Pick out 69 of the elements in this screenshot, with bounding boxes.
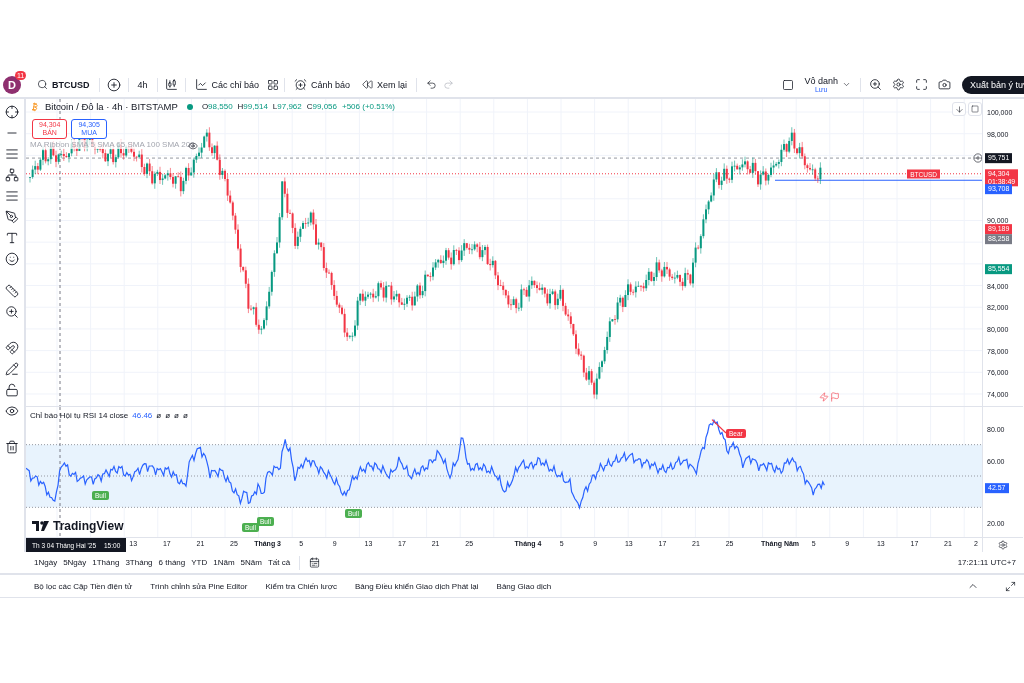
panel-tab[interactable]: Bộ lọc các Cặp Tiền điện tử (34, 581, 133, 591)
indicator-value: ø (165, 411, 171, 421)
alerts-button[interactable]: Cảnh báo (288, 78, 357, 91)
lock-icon[interactable] (5, 383, 19, 397)
panel-tab[interactable]: Bảng Giao dịch (496, 581, 552, 591)
calendar-icon[interactable] (309, 557, 321, 568)
symbol-search[interactable]: BTCUSD (31, 79, 96, 90)
caret-icon[interactable] (841, 80, 851, 89)
square-icon[interactable] (782, 78, 795, 91)
range-button[interactable]: 1Năm (213, 558, 235, 567)
indicator-value: 46.46 (132, 411, 153, 421)
undo-icon[interactable] (426, 79, 438, 90)
ohlc-value: H99,514 (237, 102, 268, 111)
fullscreen-icon[interactable] (914, 78, 928, 91)
ruler-icon[interactable] (5, 284, 19, 298)
lines-icon[interactable] (5, 147, 19, 161)
ohlc-value: C99,056 (306, 102, 337, 111)
scroll-down-button[interactable] (952, 102, 966, 116)
replay-button[interactable]: Xem lại (356, 79, 414, 90)
indicator-legend: MA Ribbon SMA 5 SMA 65 SMA 100 SMA 200 (30, 140, 195, 149)
trash-icon[interactable] (5, 440, 19, 454)
pencil-icon[interactable] (5, 362, 19, 376)
range-button[interactable]: 6 tháng (158, 558, 186, 567)
line-chart-icon[interactable] (194, 78, 208, 91)
zoom-icon[interactable] (868, 78, 882, 91)
settings-icon[interactable] (891, 78, 905, 91)
panel-tab[interactable]: Trình chỉnh sửa Pine Editor (150, 581, 248, 591)
panel-tab[interactable]: Kiểm tra Chiến lược (265, 581, 337, 591)
zoom-in-icon[interactable] (5, 305, 19, 319)
camera-icon[interactable] (937, 78, 951, 91)
smile-icon[interactable] (5, 252, 19, 266)
eye-icon[interactable] (5, 404, 19, 418)
maximize-icon[interactable] (1005, 580, 1016, 592)
range-button[interactable]: YTD (191, 558, 208, 567)
ohlc-value: O98,550 (201, 102, 233, 111)
grid-icon[interactable] (267, 78, 280, 91)
range-button[interactable]: Tất cả (267, 558, 291, 567)
indicators-button[interactable]: Các chỉ báo (188, 78, 266, 91)
down-arrow-icon (954, 104, 964, 114)
magnet-icon[interactable] (5, 341, 19, 355)
range-button[interactable]: 5Ngày (63, 558, 87, 567)
publish-button[interactable]: Xuất bản ý tư (961, 75, 1024, 94)
range-button[interactable]: 5Năm (240, 558, 262, 567)
settings-icon[interactable] (998, 540, 1008, 550)
indicator-title: Chỉ báo Hội tụ RSI 14 close (30, 411, 129, 421)
plus-circle-icon[interactable] (106, 77, 121, 92)
clock: 17:21:11 UTC+7 (957, 558, 1016, 567)
panel-tab[interactable]: Bảng Điều khiển Giao dịch Phát lại (354, 581, 479, 591)
square-icon (971, 105, 979, 113)
range-button[interactable]: 3Tháng (125, 558, 153, 567)
text-icon[interactable] (5, 231, 19, 245)
ohlc-value: L97,962 (272, 102, 302, 111)
price-change: +506 (+0.51%) (342, 102, 395, 111)
indicator-value: ø (183, 411, 188, 421)
pen-icon[interactable] (5, 210, 19, 224)
candlestick-icon[interactable] (164, 78, 178, 91)
search-icon[interactable] (37, 79, 48, 90)
chart-title: Bitcoin / Đô la · 4h · BITSTAMP (45, 101, 178, 112)
market-open-dot (186, 103, 193, 110)
alarm-clock-icon[interactable] (294, 78, 308, 91)
indicator-value: ø (156, 411, 162, 421)
indicator-value: ø (174, 411, 179, 421)
range-button[interactable]: 1Ngày (34, 558, 58, 567)
logo-text: TradingView (53, 519, 124, 534)
crosshair-icon[interactable] (5, 105, 19, 119)
logo-icon (32, 521, 50, 532)
range-button[interactable]: 1Tháng (92, 558, 120, 567)
interval-button[interactable]: 4h (131, 79, 154, 90)
rewind-icon[interactable] (362, 79, 374, 90)
